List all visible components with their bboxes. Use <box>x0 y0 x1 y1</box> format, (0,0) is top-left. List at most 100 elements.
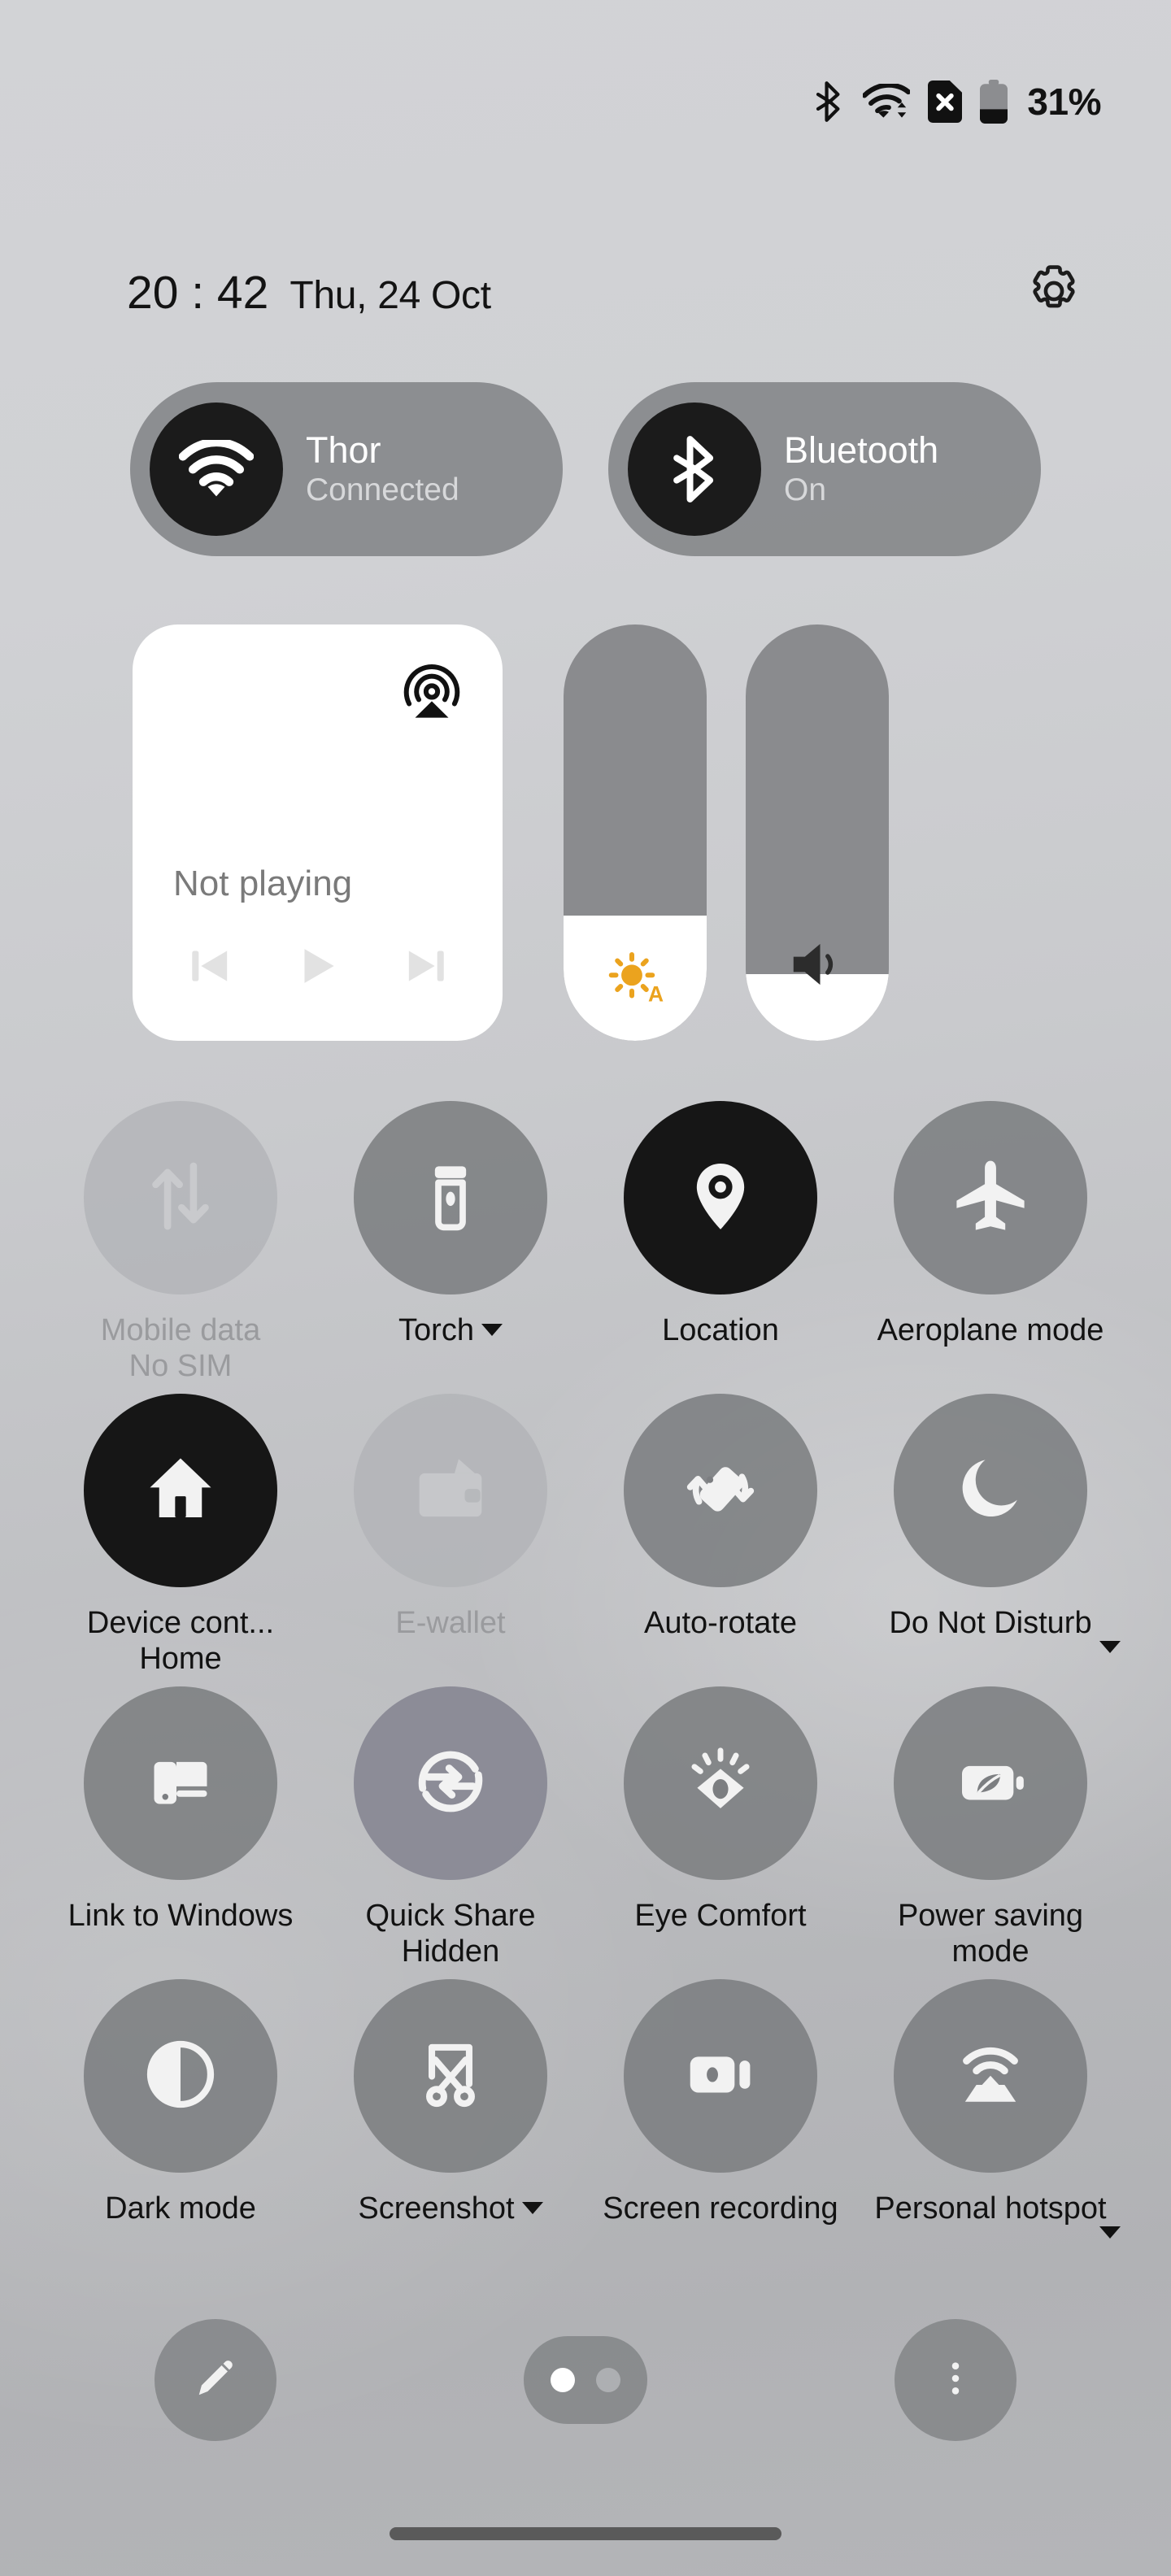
pencil-icon <box>189 2352 242 2408</box>
tile-aeroplane-mode-circle[interactable] <box>894 1101 1087 1295</box>
tile-e-wallet[interactable]: E-wallet <box>316 1389 586 1682</box>
tile-screen-recording-circle[interactable] <box>624 1979 817 2173</box>
chevron-down-icon[interactable] <box>1099 2226 1121 2239</box>
battery-leaf-icon <box>950 1741 1031 1826</box>
hotspot-icon <box>948 2032 1033 2121</box>
sim-card-off-icon <box>928 80 963 123</box>
tile-screenshot-circle[interactable] <box>354 1979 547 2173</box>
quick-share-icon <box>408 1739 493 1828</box>
brightness-slider[interactable]: A <box>564 624 707 1041</box>
location-pin-icon <box>680 1155 761 1241</box>
tile-link-to-windows[interactable]: Link to Windows <box>46 1682 316 1974</box>
tile-link-to-windows-circle[interactable] <box>84 1686 277 1880</box>
page-indicator[interactable] <box>524 2336 647 2424</box>
tile-link-to-windows-label: Link to Windows <box>67 1899 294 1933</box>
brightness-auto-icon: A <box>564 942 707 1012</box>
gear-icon <box>1025 262 1083 324</box>
tile-dark-mode[interactable]: Dark mode <box>46 1974 316 2267</box>
tile-personal-hotspot-label: Personal hotspot <box>874 2191 1107 2226</box>
previous-track-button[interactable] <box>172 930 247 1005</box>
settings-button[interactable] <box>1023 262 1085 324</box>
clock-block[interactable]: 20 : 42 Thu, 24 Oct <box>127 266 1023 320</box>
more-options-button[interactable] <box>895 2319 1016 2441</box>
mobile-data-icon <box>137 1153 224 1243</box>
flashlight-icon <box>410 1155 491 1241</box>
tile-torch-circle[interactable] <box>354 1101 547 1295</box>
cast-button[interactable] <box>400 664 464 727</box>
tile-mobile-data[interactable]: Mobile data No SIM <box>46 1096 316 1389</box>
cast-audio-icon <box>402 664 462 728</box>
wifi-text-block: Thor Connected <box>306 430 459 508</box>
home-icon <box>140 1448 221 1534</box>
tile-do-not-disturb[interactable]: Do Not Disturb <box>855 1389 1125 1682</box>
tile-device-controls-circle[interactable] <box>84 1394 277 1587</box>
moon-icon <box>951 1450 1030 1532</box>
tile-power-saving-mode[interactable]: Power saving mode <box>855 1682 1125 1974</box>
tile-e-wallet-label: E-wallet <box>395 1606 506 1640</box>
tile-location-label: Location <box>662 1313 779 1347</box>
chevron-down-icon[interactable] <box>481 1324 503 1337</box>
tile-quick-share-sublabel: Hidden <box>401 1934 500 1969</box>
wifi-icon-badge[interactable] <box>150 402 283 536</box>
wifi-icon <box>863 84 911 120</box>
bluetooth-icon <box>812 80 845 123</box>
chevron-down-icon[interactable] <box>1099 1641 1121 1653</box>
tile-auto-rotate-label: Auto-rotate <box>644 1606 797 1640</box>
volume-icon <box>746 933 889 995</box>
tile-aeroplane-mode-label: Aeroplane mode <box>877 1313 1104 1347</box>
wifi-toggle-pill[interactable]: Thor Connected <box>130 382 563 556</box>
tile-eye-comfort[interactable]: Eye Comfort <box>586 1682 855 1974</box>
svg-text:A: A <box>648 981 664 1006</box>
tile-auto-rotate[interactable]: Auto-rotate <box>586 1389 855 1682</box>
connectivity-row: Thor Connected Bluetooth On <box>130 382 1041 556</box>
status-bar: 31% <box>0 0 1171 203</box>
bluetooth-icon-badge[interactable] <box>628 402 761 536</box>
tile-location[interactable]: Location <box>586 1096 855 1389</box>
video-camera-icon <box>678 2032 763 2121</box>
media-controls <box>133 919 503 1016</box>
auto-rotate-icon <box>678 1447 763 1535</box>
bluetooth-toggle-pill[interactable]: Bluetooth On <box>608 382 1041 556</box>
tile-torch-label-text: Torch <box>398 1313 474 1347</box>
panel-header: 20 : 42 Thu, 24 Oct <box>0 248 1171 337</box>
tile-do-not-disturb-circle[interactable] <box>894 1394 1087 1587</box>
tile-screen-recording[interactable]: Screen recording <box>586 1974 855 2267</box>
media-status-text: Not playing <box>173 864 353 903</box>
page-dot-1[interactable] <box>551 2368 575 2392</box>
tile-personal-hotspot[interactable]: Personal hotspot <box>855 1974 1125 2267</box>
tile-dark-mode-circle[interactable] <box>84 1979 277 2173</box>
volume-slider[interactable] <box>746 624 889 1041</box>
tile-device-controls-label: Device cont... <box>86 1606 275 1640</box>
edit-tiles-button[interactable] <box>155 2319 276 2441</box>
tile-mobile-data-label: Mobile data <box>100 1313 261 1347</box>
tile-personal-hotspot-circle[interactable] <box>894 1979 1087 2173</box>
more-vertical-icon <box>934 2356 977 2404</box>
tile-quick-share-circle[interactable] <box>354 1686 547 1880</box>
gesture-navigation-bar[interactable] <box>390 2527 781 2540</box>
tile-mobile-data-circle[interactable] <box>84 1101 277 1295</box>
tile-do-not-disturb-label: Do Not Disturb <box>889 1606 1092 1640</box>
link-to-windows-icon <box>140 1741 221 1826</box>
media-player-card[interactable]: Not playing <box>133 624 503 1041</box>
clock-date: Thu, 24 Oct <box>289 274 491 317</box>
tile-eye-comfort-label: Eye Comfort <box>634 1899 807 1933</box>
tile-eye-comfort-circle[interactable] <box>624 1686 817 1880</box>
tile-torch[interactable]: Torch <box>316 1096 586 1389</box>
tile-device-controls[interactable]: Device cont... Home <box>46 1389 316 1682</box>
tile-power-saving-mode-circle[interactable] <box>894 1686 1087 1880</box>
tile-aeroplane-mode[interactable]: Aeroplane mode <box>855 1096 1125 1389</box>
battery-percentage: 31% <box>1027 80 1101 123</box>
play-button[interactable] <box>281 930 355 1005</box>
chevron-down-icon[interactable] <box>521 2202 543 2215</box>
bluetooth-icon <box>673 436 714 503</box>
page-dot-2[interactable] <box>596 2368 620 2392</box>
tile-e-wallet-circle[interactable] <box>354 1394 547 1587</box>
tile-location-circle[interactable] <box>624 1101 817 1295</box>
tile-screenshot[interactable]: Screenshot <box>316 1974 586 2267</box>
quick-settings-tile-grid: Mobile data No SIM Torch Location Aeropl… <box>46 1096 1125 2267</box>
media-and-sliders-row: Not playing A <box>133 624 1043 1041</box>
tile-quick-share[interactable]: Quick Share Hidden <box>316 1682 586 1974</box>
next-track-button[interactable] <box>389 930 464 1005</box>
bluetooth-text-block: Bluetooth On <box>784 430 938 508</box>
tile-auto-rotate-circle[interactable] <box>624 1394 817 1587</box>
